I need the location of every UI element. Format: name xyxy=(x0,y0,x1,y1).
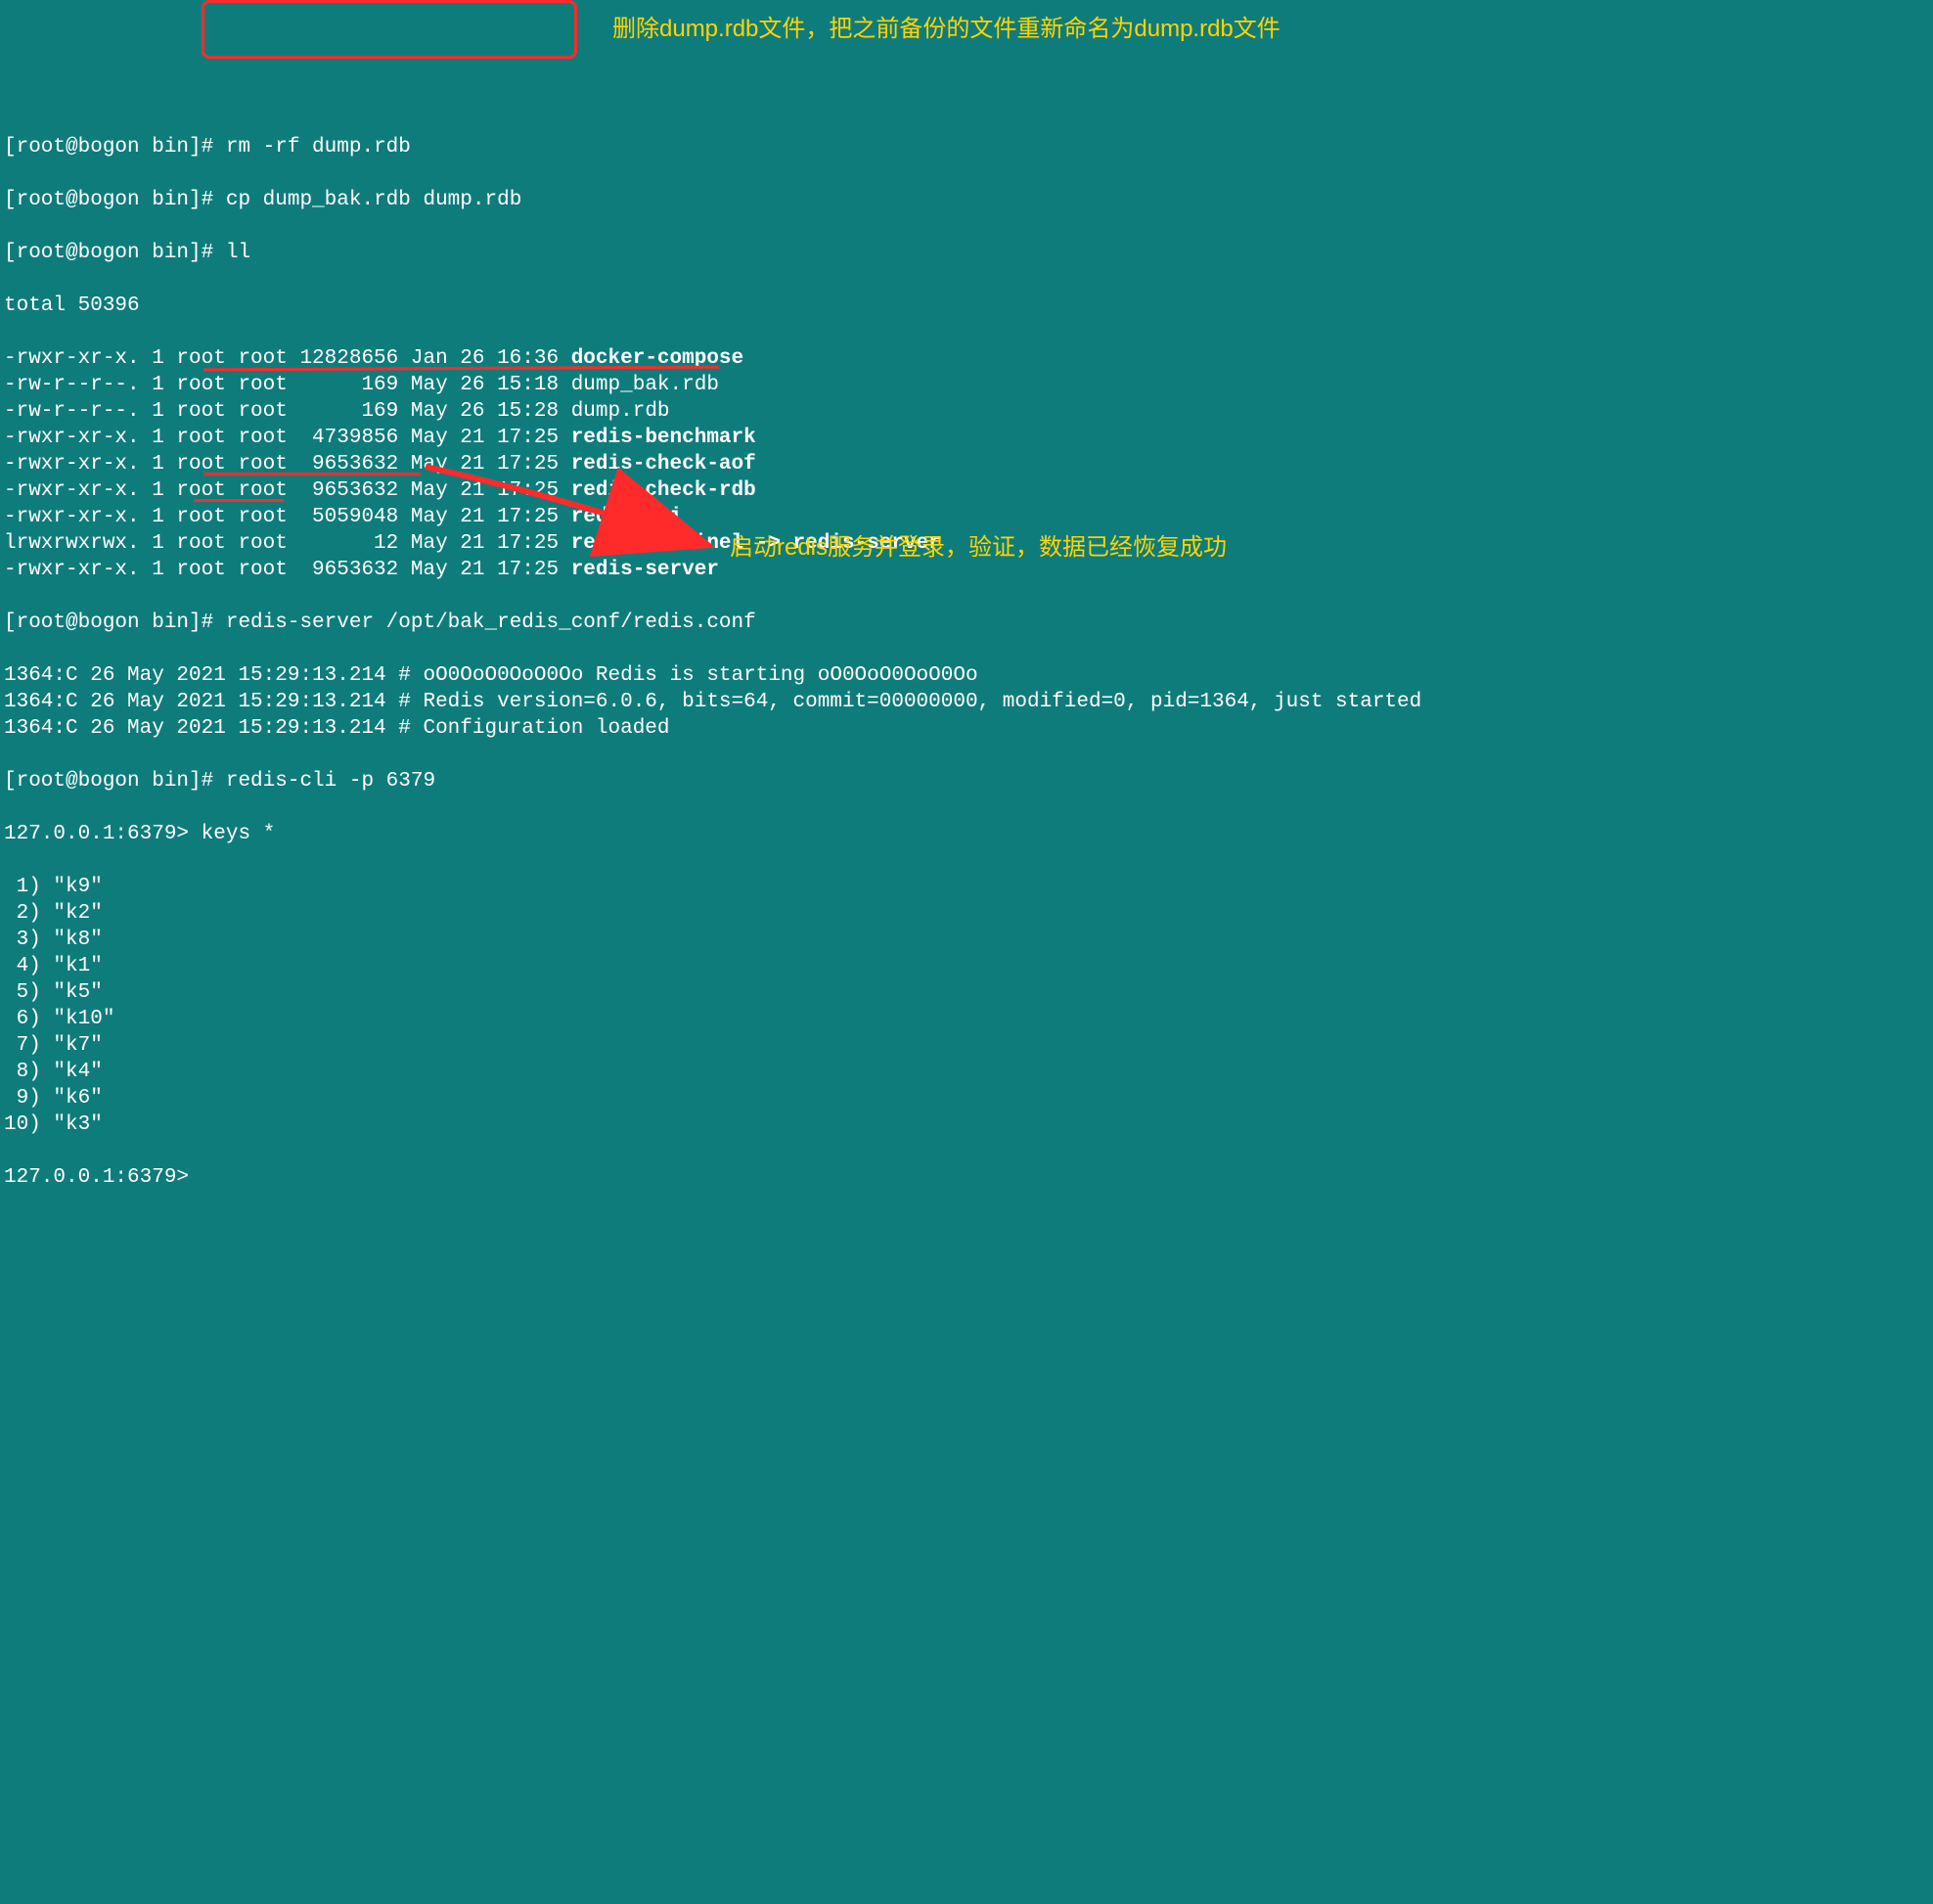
total-line: total 50396 xyxy=(4,293,1933,319)
key-line: 8) "k4" xyxy=(4,1059,1933,1085)
cmd-ll-line: [root@bogon bin]# ll xyxy=(4,240,1933,266)
key-line: 1) "k9" xyxy=(4,874,1933,900)
key-line: 10) "k3" xyxy=(4,1111,1933,1138)
log-line: 1364:C 26 May 2021 15:29:13.214 # Redis … xyxy=(4,689,1933,715)
key-line: 5) "k5" xyxy=(4,979,1933,1006)
redis-log: 1364:C 26 May 2021 15:29:13.214 # oO0OoO… xyxy=(4,662,1933,742)
key-line: 3) "k8" xyxy=(4,927,1933,953)
file-row: -rw-r--r--. 1 root root 169 May 26 15:18… xyxy=(4,372,1933,398)
key-line: 6) "k10" xyxy=(4,1006,1933,1032)
cmd-cli-line: [root@bogon bin]# redis-cli -p 6379 xyxy=(4,768,1933,794)
cmd-rm-line: [root@bogon bin]# rm -rf dump.rdb xyxy=(4,134,1933,160)
log-line: 1364:C 26 May 2021 15:29:13.214 # Config… xyxy=(4,715,1933,742)
keys-output: 1) "k9" 2) "k2" 3) "k8" 4) "k1" 5) "k5" … xyxy=(4,874,1933,1138)
trailing-prompt: 127.0.0.1:6379> xyxy=(4,1164,1933,1191)
file-row: -rwxr-xr-x. 1 root root 4739856 May 21 1… xyxy=(4,425,1933,451)
annotation-top: 删除dump.rdb文件，把之前备份的文件重新命名为dump.rdb文件 xyxy=(612,16,1281,42)
file-row: -rwxr-xr-x. 1 root root 9653632 May 21 1… xyxy=(4,477,1933,504)
file-row: -rw-r--r--. 1 root root 169 May 26 15:28… xyxy=(4,398,1933,425)
cmd-keys-line: 127.0.0.1:6379> keys * xyxy=(4,821,1933,847)
annotation-bottom: 启动redis服务并登录，验证，数据已经恢复成功 xyxy=(730,534,1227,561)
key-line: 2) "k2" xyxy=(4,900,1933,927)
cmd-cp-line: [root@bogon bin]# cp dump_bak.rdb dump.r… xyxy=(4,187,1933,213)
file-row: -rwxr-xr-x. 1 root root 9653632 May 21 1… xyxy=(4,451,1933,477)
key-line: 7) "k7" xyxy=(4,1032,1933,1059)
log-line: 1364:C 26 May 2021 15:29:13.214 # oO0OoO… xyxy=(4,662,1933,689)
key-line: 4) "k1" xyxy=(4,953,1933,979)
file-row: -rwxr-xr-x. 1 root root 9653632 May 21 1… xyxy=(4,557,1933,583)
cmd-server-line: [root@bogon bin]# redis-server /opt/bak_… xyxy=(4,610,1933,636)
terminal[interactable]: [root@bogon bin]# rm -rf dump.rdb [root@… xyxy=(0,106,1933,1217)
highlight-box-commands xyxy=(202,0,577,59)
key-line: 9) "k6" xyxy=(4,1085,1933,1111)
file-row: -rwxr-xr-x. 1 root root 5059048 May 21 1… xyxy=(4,504,1933,530)
file-row: -rwxr-xr-x. 1 root root 12828656 Jan 26 … xyxy=(4,345,1933,372)
